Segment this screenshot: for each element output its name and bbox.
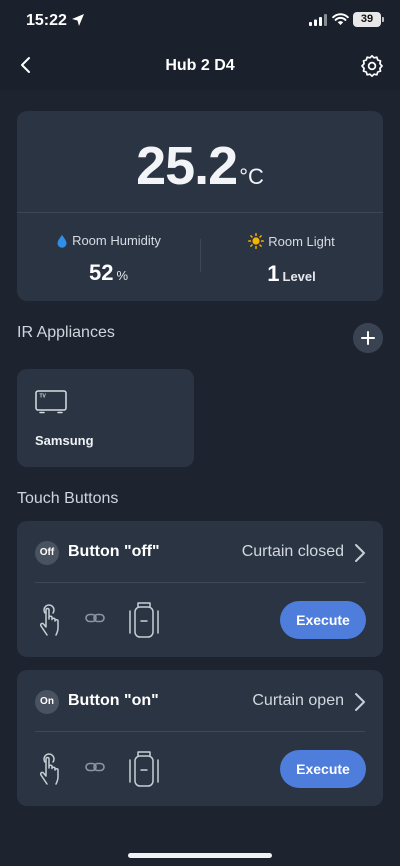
card-divider (35, 582, 365, 583)
link-icon (85, 762, 105, 772)
tv-icon: TV (35, 390, 67, 414)
light-label: Room Light (268, 233, 335, 249)
svg-text:TV: TV (40, 394, 47, 400)
light-value: 1 (267, 261, 280, 286)
chevron-right-icon[interactable] (354, 543, 366, 563)
curtain-device-icon (129, 751, 159, 787)
humidity-value: 52 (88, 259, 114, 285)
chevron-right-icon[interactable] (354, 692, 366, 712)
touch-button-name[interactable]: Button "off" (68, 543, 160, 561)
home-indicator[interactable] (128, 853, 272, 858)
nav-bar: Hub 2 D4 (0, 40, 400, 90)
light-section: Room Light 1 Level (200, 233, 383, 287)
humidity-reading: 52% (17, 260, 200, 286)
temperature-unit: °C (239, 164, 264, 189)
battery-indicator: 39 (353, 12, 381, 27)
humidity-unit: % (116, 267, 129, 283)
humidity-label: Room Humidity (72, 233, 161, 248)
sensor-card: 25.2°C Room Humidity 52% Room Light 1 Le… (17, 111, 383, 301)
humidity-label-row: Room Humidity (56, 233, 161, 248)
gear-icon[interactable] (360, 54, 384, 78)
battery-nub (382, 17, 384, 22)
execute-button[interactable]: Execute (280, 750, 366, 788)
sun-icon (248, 233, 265, 249)
touch-button-card-off: Off Button "off" Curtain closed Execute (17, 521, 383, 657)
temperature-value: 25.2 (136, 136, 238, 196)
execute-button[interactable]: Execute (280, 601, 366, 639)
light-unit: Level (282, 269, 316, 284)
link-icon (85, 613, 105, 623)
linked-scene-label[interactable]: Curtain open (252, 692, 344, 710)
humidity-section: Room Humidity 52% (17, 233, 200, 286)
cellular-signal-icon (309, 14, 327, 26)
page-title: Hub 2 D4 (165, 57, 235, 74)
add-appliance-button[interactable] (353, 323, 383, 353)
card-divider (35, 731, 365, 732)
off-badge: Off (35, 541, 59, 565)
temperature-display: 25.2°C (17, 135, 383, 197)
light-reading: 1 Level (200, 261, 383, 287)
status-bar: 15:22 39 (0, 0, 400, 40)
touch-finger-icon (40, 604, 59, 636)
on-badge: On (35, 690, 59, 714)
touch-finger-icon (40, 753, 59, 785)
touch-button-name[interactable]: Button "on" (68, 692, 159, 710)
wifi-icon (332, 13, 349, 25)
appliance-name: Samsung (35, 433, 94, 448)
water-drop-icon (57, 234, 67, 248)
curtain-device-icon (129, 602, 159, 638)
touch-buttons-title: Touch Buttons (17, 490, 119, 507)
ir-appliances-title: IR Appliances (17, 324, 115, 341)
appliance-card-samsung[interactable]: TV Samsung (17, 369, 194, 467)
linked-scene-label[interactable]: Curtain closed (242, 543, 344, 561)
touch-button-card-on: On Button "on" Curtain open Execute (17, 670, 383, 806)
location-arrow-icon (72, 14, 84, 26)
sensor-divider (17, 212, 383, 213)
status-time: 15:22 (26, 12, 67, 29)
light-label-row: Room Light (248, 233, 335, 249)
